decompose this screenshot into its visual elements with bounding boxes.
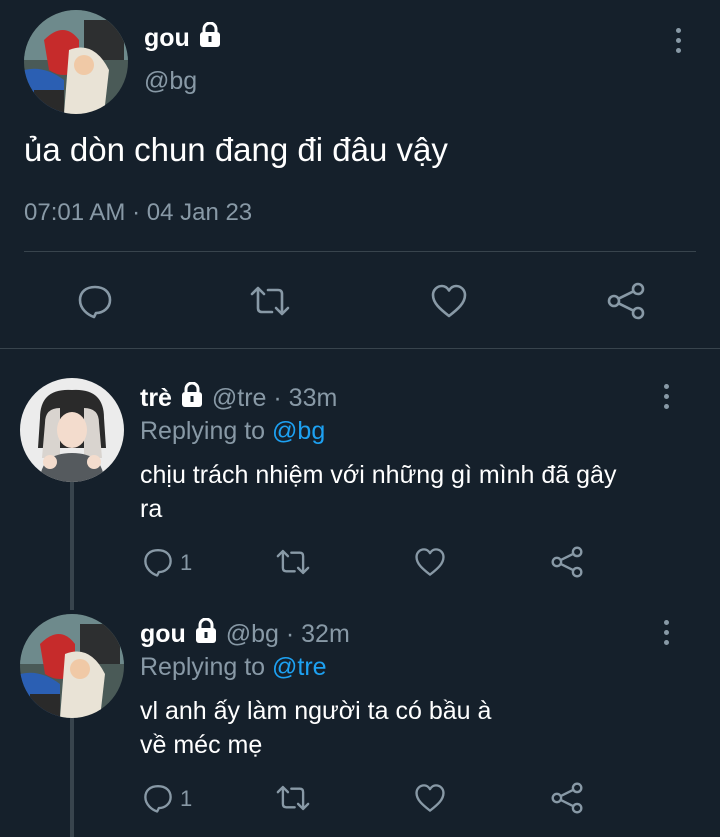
tweet-time: · 33m	[273, 384, 338, 412]
tweet-text-line: ra	[140, 495, 163, 523]
author-name: gou	[140, 620, 186, 648]
retweet-icon[interactable]	[274, 782, 312, 814]
section-divider	[0, 348, 720, 349]
lock-icon	[179, 381, 205, 415]
author-handle: @bg	[144, 67, 198, 95]
more-options-icon[interactable]	[666, 22, 690, 58]
tweet-text: ủa dòn chun đang đi đâu vậy	[24, 131, 448, 168]
reply-icon[interactable]	[142, 782, 174, 814]
avatar[interactable]	[24, 10, 128, 114]
thread-line	[70, 716, 74, 837]
avatar[interactable]	[20, 378, 124, 482]
author-handle: @bg	[225, 620, 279, 648]
share-icon[interactable]	[550, 782, 584, 814]
lock-icon	[197, 21, 223, 55]
reply-icon[interactable]	[76, 282, 114, 320]
more-options-icon[interactable]	[654, 614, 678, 650]
replying-label: Replying to	[140, 417, 266, 445]
like-icon[interactable]	[430, 282, 468, 320]
thread-line	[70, 480, 74, 610]
author-name: gou	[144, 24, 190, 52]
reply-count: 1	[180, 786, 193, 811]
tweet-time: · 32m	[285, 620, 350, 648]
tweet-text-line: chịu trách nhiệm với những gì mình đã gâ…	[140, 461, 617, 489]
author-name: trè	[140, 384, 172, 412]
lock-icon	[193, 617, 219, 651]
tweet-timestamp: 07:01 AM · 04 Jan 23	[24, 199, 253, 226]
tweet-text-line: vl anh ấy làm người ta có bầu à	[140, 697, 492, 725]
replying-to-link[interactable]: @tre	[272, 653, 327, 681]
retweet-icon[interactable]	[274, 546, 312, 578]
share-icon[interactable]	[550, 546, 584, 578]
like-icon[interactable]	[414, 782, 446, 814]
share-icon[interactable]	[606, 282, 646, 320]
tweet-text-line: về méc mẹ	[140, 731, 263, 759]
author-handle: @tre	[211, 384, 267, 412]
like-icon[interactable]	[414, 546, 446, 578]
divider	[24, 251, 696, 252]
reply-icon[interactable]	[142, 546, 174, 578]
replying-to-link[interactable]: @bg	[272, 417, 325, 445]
avatar[interactable]	[20, 614, 124, 718]
reply-count: 1	[180, 550, 193, 575]
replying-label: Replying to	[140, 653, 266, 681]
more-options-icon[interactable]	[654, 378, 678, 414]
retweet-icon[interactable]	[248, 282, 292, 320]
